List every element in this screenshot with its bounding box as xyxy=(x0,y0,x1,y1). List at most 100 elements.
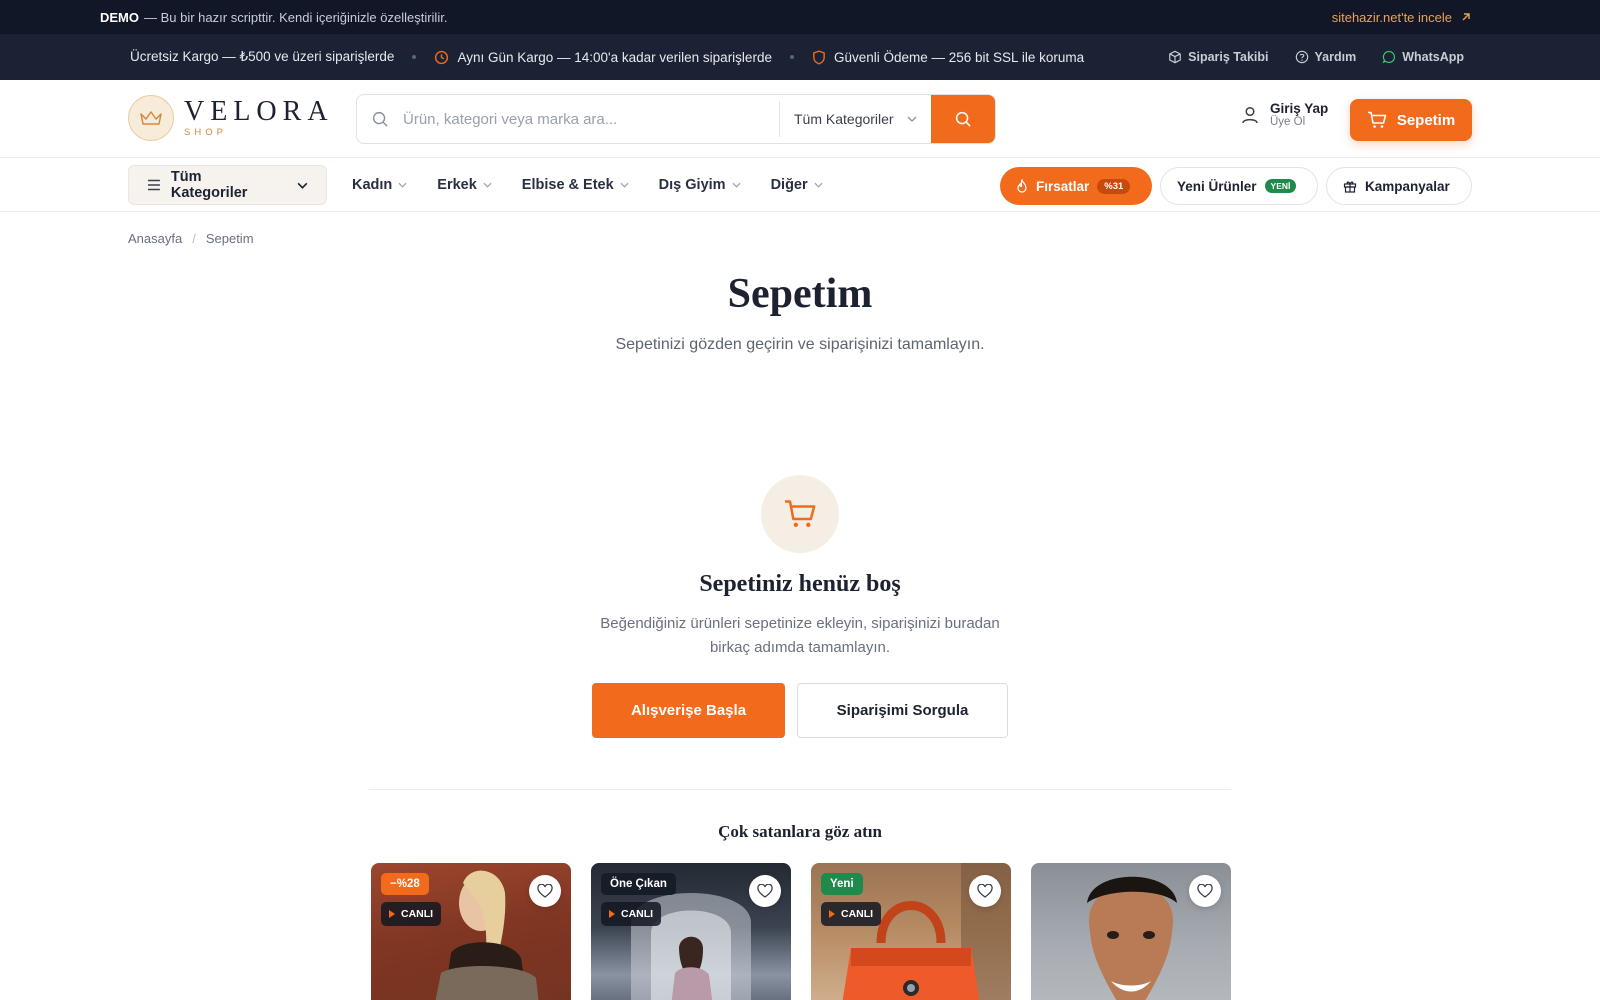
heart-icon xyxy=(537,884,553,898)
nav-item-label: Dış Giyim xyxy=(658,177,726,193)
empty-cart-illustration xyxy=(761,475,839,553)
demo-text: — Bu bir hazır scripttir. Kendi içeriğin… xyxy=(144,9,448,25)
box-icon xyxy=(1169,50,1181,64)
logo-name: VELORA xyxy=(184,96,334,127)
favorite-button[interactable] xyxy=(529,875,561,907)
breadcrumb: Anasayfa / Sepetim xyxy=(128,231,254,246)
deals-label: Fırsatlar xyxy=(1036,178,1090,194)
chevron-down-icon xyxy=(814,182,823,188)
campaigns-button[interactable]: Kampanyalar xyxy=(1326,167,1472,205)
new-badge: YENİ xyxy=(1264,179,1297,193)
heart-icon xyxy=(757,884,773,898)
start-shopping-button[interactable]: Alışverişe Başla xyxy=(592,683,785,738)
cart-icon xyxy=(1367,111,1387,128)
chevron-down-icon xyxy=(732,182,741,188)
help-icon xyxy=(1295,50,1308,64)
whatsapp-icon xyxy=(1382,51,1396,64)
demo-link-label: sitehazir.net'te incele xyxy=(1331,9,1452,25)
nav-item-kadin[interactable]: Kadın xyxy=(352,177,407,193)
nav-item-dis-giyim[interactable]: Dış Giyim xyxy=(659,177,741,193)
main-nav: Tüm Kategoriler Kadın Erkek Elbise & Ete… xyxy=(0,158,1600,212)
search-category-label: Tüm Kategoriler xyxy=(794,111,894,127)
promo-bar: Ücretsiz Kargo — ₺500 ve üzeri siparişle… xyxy=(0,34,1600,80)
all-categories-button[interactable]: Tüm Kategoriler xyxy=(128,165,327,205)
register-label: Üye Ol xyxy=(1270,116,1306,128)
promo-text-secure: Güvenli Ödeme — 256 bit SSL ile koruma xyxy=(833,49,1085,65)
empty-cart-title: Sepetiniz henüz boş xyxy=(699,571,901,597)
chevron-down-icon xyxy=(297,182,308,189)
nav-item-label: Erkek xyxy=(437,177,477,193)
favorite-button[interactable] xyxy=(749,875,781,907)
play-icon xyxy=(609,910,615,918)
product-card[interactable] xyxy=(1031,863,1231,1000)
heart-icon xyxy=(1197,884,1213,898)
deals-button[interactable]: Fırsatlar %31 xyxy=(1000,167,1152,205)
product-card[interactable]: Yeni CANLI xyxy=(811,863,1011,1000)
product-badge: Öne Çıkan xyxy=(601,873,676,895)
cart-icon xyxy=(785,500,816,527)
logo-sub: SHOP xyxy=(184,127,227,138)
whatsapp-label: WhatsApp xyxy=(1402,50,1464,64)
shield-icon xyxy=(813,49,825,65)
promo-item: Aynı Gün Kargo — 14:00'a kadar verilen s… xyxy=(434,50,772,65)
chevron-down-icon xyxy=(398,182,407,188)
menu-icon xyxy=(147,179,160,191)
search-category-select[interactable]: Tüm Kategoriler xyxy=(779,101,931,137)
help-link[interactable]: Yardım xyxy=(1295,50,1357,64)
chevron-down-icon xyxy=(483,182,492,188)
promo-text-sameday: Aynı Gün Kargo — 14:00'a kadar verilen s… xyxy=(457,49,772,65)
play-icon xyxy=(389,910,395,918)
product-badge: Yeni xyxy=(821,873,863,895)
page-subtitle: Sepetinizi gözden geçirin ve siparişiniz… xyxy=(615,336,985,353)
chevron-down-icon xyxy=(907,116,917,122)
all-categories-label: Tüm Kategoriler xyxy=(170,169,248,201)
login-label: Giriş Yap xyxy=(1270,101,1329,116)
bestsellers-title: Çok satanlara göz atın xyxy=(718,822,882,841)
user-icon xyxy=(1242,106,1258,123)
site-header: VELORA SHOP Tüm Kategoriler Giriş Yap Üy… xyxy=(0,80,1600,158)
demo-bar: DEMO — Bu bir hazır scripttir. Kendi içer… xyxy=(0,0,1600,34)
search-button[interactable] xyxy=(931,95,995,143)
crown-icon xyxy=(140,111,162,125)
utility-links: Sipariş Takibi Yardım WhatsApp xyxy=(1148,34,1464,80)
favorite-button[interactable] xyxy=(1189,875,1221,907)
heart-icon xyxy=(977,884,993,898)
whatsapp-link[interactable]: WhatsApp xyxy=(1382,50,1464,64)
live-label: CANLI xyxy=(401,908,434,920)
promo-text-shipping: Ücretsiz Kargo — ₺500 ve üzeri siparişle… xyxy=(130,49,395,64)
search-icon xyxy=(955,111,971,127)
product-badge: −%28 xyxy=(381,873,429,895)
search-field-icon xyxy=(357,111,403,128)
favorite-button[interactable] xyxy=(969,875,1001,907)
demo-label: DEMO xyxy=(100,9,139,25)
chevron-down-icon xyxy=(620,182,629,188)
breadcrumb-separator: / xyxy=(192,231,196,246)
search-input[interactable] xyxy=(403,110,779,128)
cart-button[interactable]: Sepetim xyxy=(1350,99,1472,141)
product-card[interactable]: Öne Çıkan CANLI xyxy=(591,863,791,1000)
demo-link[interactable]: sitehazir.net'te incele xyxy=(1332,10,1472,25)
breadcrumb-home[interactable]: Anasayfa xyxy=(128,231,182,246)
track-order-button[interactable]: Siparişimi Sorgula xyxy=(797,683,1008,738)
empty-cart-description: Beğendiğiniz ürünleri sepetinize ekleyin… xyxy=(600,615,1000,656)
flame-icon xyxy=(1017,179,1027,193)
order-tracking-link[interactable]: Sipariş Takibi xyxy=(1168,50,1269,64)
new-products-button[interactable]: Yeni Ürünler YENİ xyxy=(1160,167,1318,205)
help-label: Yardım xyxy=(1314,50,1357,64)
order-tracking-label: Sipariş Takibi xyxy=(1188,50,1269,64)
bestsellers-grid: −%28 CANLI Öne Çıkan CANLI Yeni CANLI xyxy=(371,863,1231,1000)
product-card[interactable]: −%28 CANLI xyxy=(371,863,571,1000)
demo-notice: DEMO — Bu bir hazır scripttir. Kendi içer… xyxy=(100,10,447,25)
deals-badge: %31 xyxy=(1097,178,1131,194)
nav-item-erkek[interactable]: Erkek xyxy=(437,177,492,193)
site-logo[interactable]: VELORA SHOP xyxy=(128,95,334,141)
live-badge: CANLI xyxy=(381,902,442,926)
nav-item-diger[interactable]: Diğer xyxy=(771,177,823,193)
nav-links: Kadın Erkek Elbise & Etek Dış Giyim Diğe… xyxy=(352,158,823,212)
promo-track: Ücretsiz Kargo — ₺500 ve üzeri siparişle… xyxy=(130,34,1084,80)
login-link[interactable]: Giriş Yap Üye Ol xyxy=(1240,101,1328,128)
live-label: CANLI xyxy=(841,908,874,920)
cart-label: Sepetim xyxy=(1396,111,1456,129)
breadcrumb-current: Sepetim xyxy=(205,231,254,246)
nav-item-elbise-etek[interactable]: Elbise & Etek xyxy=(522,177,629,193)
